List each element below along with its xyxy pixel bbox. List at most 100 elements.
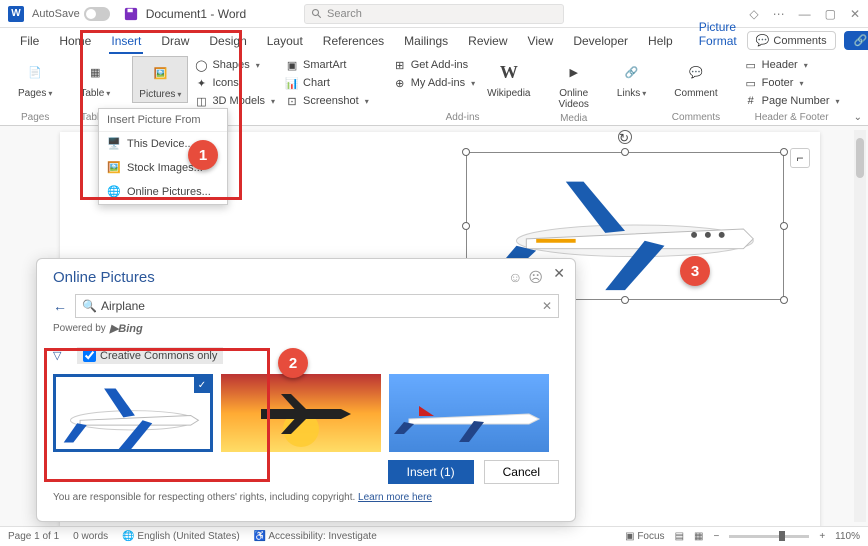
vertical-scrollbar[interactable] <box>854 130 866 522</box>
dialog-close-button[interactable]: ✕ <box>553 265 565 282</box>
footer-button[interactable]: ▭Footer▾ <box>740 74 844 92</box>
word-count[interactable]: 0 words <box>73 531 108 542</box>
collapse-ribbon[interactable]: ⌄ <box>854 112 862 123</box>
resize-handle-mr[interactable] <box>780 222 788 230</box>
tab-home[interactable]: Home <box>49 30 101 54</box>
feedback-icons[interactable]: ☺☹ <box>508 269 543 286</box>
rotate-handle[interactable]: ↻ <box>618 130 632 144</box>
screenshot-button[interactable]: ⊡Screenshot▾ <box>281 92 373 110</box>
chart-button[interactable]: 📊Chart <box>281 74 373 92</box>
tab-file[interactable]: File <box>10 30 49 54</box>
menu-online-pictures[interactable]: 🌐Online Pictures... <box>99 180 227 204</box>
accessibility[interactable]: ♿ Accessibility: Investigate <box>254 531 377 542</box>
smile-icon[interactable]: ☺ <box>508 269 522 286</box>
links-button[interactable]: 🔗Links▾ <box>611 56 652 101</box>
tab-mailings[interactable]: Mailings <box>394 30 458 54</box>
zoom-level[interactable]: 110% <box>835 531 860 542</box>
page-number-button[interactable]: #Page Number▾ <box>740 92 844 110</box>
layout-options-button[interactable]: ⌐ <box>790 148 810 168</box>
group-addins-label: Add-ins <box>389 111 537 125</box>
result-1[interactable]: ✓ <box>53 374 213 452</box>
insert-button[interactable]: Insert (1) <box>388 460 474 484</box>
get-addins-button[interactable]: ⊞Get Add-ins <box>389 56 479 74</box>
zoom-in[interactable]: + <box>819 531 825 542</box>
resize-handle-br[interactable] <box>780 296 788 304</box>
autosave-switch-off[interactable] <box>84 7 110 21</box>
save-icon[interactable] <box>124 7 138 21</box>
search-input[interactable]: Search <box>304 4 564 24</box>
tab-developer[interactable]: Developer <box>563 30 638 54</box>
tab-help[interactable]: Help <box>638 30 683 54</box>
pictures-button[interactable]: 🖼️Pictures▾ <box>132 56 188 103</box>
autosave-label: AutoSave <box>32 8 80 20</box>
table-button[interactable]: ▦Table▾ <box>74 56 116 101</box>
disclaimer-text: You are responsible for respecting other… <box>53 492 559 503</box>
textbox-button[interactable]: AText Box <box>860 56 868 102</box>
resize-handle-tm[interactable] <box>621 148 629 156</box>
dialog-title: Online Pictures <box>53 269 559 286</box>
zoom-slider[interactable] <box>729 535 809 538</box>
callout-1: 1 <box>188 140 218 170</box>
tab-draw[interactable]: Draw <box>151 30 199 54</box>
word-app-icon: W <box>8 6 24 22</box>
result-check-icon: ✓ <box>194 377 210 393</box>
online-videos-button[interactable]: ▶Online Videos <box>553 56 595 112</box>
wikipedia-button[interactable]: WWikipedia <box>481 56 536 101</box>
my-addins-button[interactable]: ⊕My Add-ins▾ <box>389 74 479 92</box>
group-links-label <box>611 122 652 125</box>
user-icon[interactable]: ◇ <box>749 7 758 21</box>
callout-2: 2 <box>278 348 308 378</box>
insert-picture-header: Insert Picture From <box>99 109 227 132</box>
online-pictures-dialog: ✕ ☺☹ Online Pictures ← 🔍 Airplane ✕ Powe… <box>36 258 576 522</box>
pages-button[interactable]: 📄Pages▾ <box>12 56 58 101</box>
search-results: ✓ <box>53 374 559 452</box>
dialog-search-input[interactable]: 🔍 Airplane ✕ <box>75 294 559 318</box>
learn-more-link[interactable]: Learn more here <box>358 492 432 503</box>
back-button[interactable]: ← <box>53 298 67 314</box>
scrollbar-thumb[interactable] <box>856 138 864 178</box>
view-print[interactable]: ▤ <box>675 531 684 542</box>
result-2[interactable] <box>221 374 381 452</box>
result-3[interactable] <box>389 374 549 452</box>
resize-handle-bm[interactable] <box>621 296 629 304</box>
minimize-button[interactable]: — <box>799 7 811 21</box>
maximize-button[interactable]: ▢ <box>825 7 836 21</box>
tab-picture-format[interactable]: Picture Format <box>689 16 747 54</box>
tab-layout[interactable]: Layout <box>257 30 313 54</box>
window-controls: ◇ ⋯ — ▢ ✕ <box>749 7 860 21</box>
language[interactable]: 🌐 English (United States) <box>122 531 240 542</box>
resize-handle-tr[interactable] <box>780 148 788 156</box>
cancel-button[interactable]: Cancel <box>484 460 559 484</box>
tab-insert[interactable]: Insert <box>101 30 151 54</box>
resize-handle-tl[interactable] <box>462 148 470 156</box>
tab-design[interactable]: Design <box>199 30 256 54</box>
tab-review[interactable]: Review <box>458 30 517 54</box>
clear-search-button[interactable]: ✕ <box>542 299 552 313</box>
filter-icon[interactable]: ▽ <box>53 349 67 362</box>
resize-handle-ml[interactable] <box>462 222 470 230</box>
header-button[interactable]: ▭Header▾ <box>740 56 844 74</box>
autosave-toggle[interactable]: AutoSave <box>32 7 110 21</box>
group-header-footer-label: Header & Footer <box>740 111 844 125</box>
tab-references[interactable]: References <box>313 30 394 54</box>
search-icon <box>311 8 323 20</box>
smartart-button[interactable]: ▣SmartArt <box>281 56 373 74</box>
search-placeholder: Search <box>327 8 362 20</box>
zoom-out[interactable]: − <box>713 531 719 542</box>
shapes-button[interactable]: ◯Shapes▾ <box>190 56 279 74</box>
ribbon-options-icon[interactable]: ⋯ <box>773 7 785 21</box>
frown-icon[interactable]: ☹ <box>528 269 543 286</box>
group-comments-label: Comments <box>668 111 723 125</box>
status-bar: Page 1 of 1 0 words 🌐 English (United St… <box>0 526 868 546</box>
close-button[interactable]: ✕ <box>850 7 860 21</box>
focus-mode[interactable]: ▣ Focus <box>625 531 664 542</box>
comments-button[interactable]: 💬 Comments <box>747 31 836 50</box>
creative-commons-checkbox[interactable]: Creative Commons only <box>77 347 223 364</box>
share-button[interactable]: 🔗 Share ▾ <box>844 31 868 50</box>
tab-view[interactable]: View <box>518 30 564 54</box>
icons-button[interactable]: ✦Icons <box>190 74 279 92</box>
comment-button[interactable]: 💬Comment <box>668 56 723 101</box>
group-pages-label: Pages <box>12 111 58 125</box>
page-count[interactable]: Page 1 of 1 <box>8 531 59 542</box>
view-web[interactable]: ▦ <box>694 531 703 542</box>
